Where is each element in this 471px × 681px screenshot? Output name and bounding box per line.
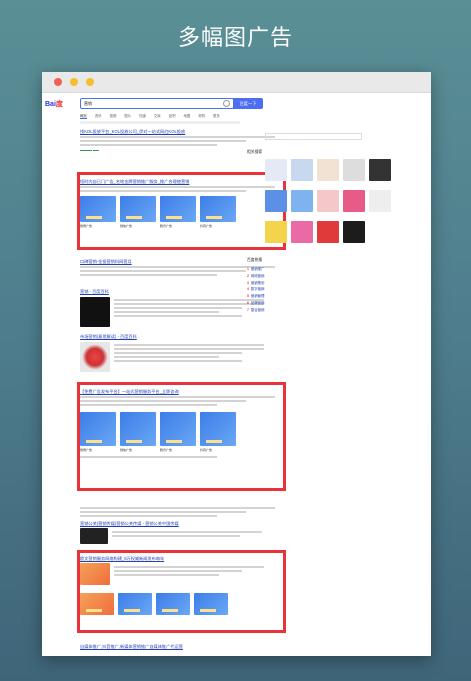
ad-image-large[interactable] bbox=[80, 563, 110, 585]
related-tile[interactable] bbox=[317, 159, 339, 181]
page-heading: 多幅图广告 bbox=[177, 26, 293, 51]
result-market: 市场营销(意思解读) - 百度百科 bbox=[80, 334, 275, 375]
related-tile[interactable] bbox=[369, 190, 391, 212]
related-tile[interactable] bbox=[291, 190, 313, 212]
ad-image[interactable] bbox=[80, 593, 114, 615]
hot-item[interactable]: 4 数字营销 bbox=[247, 286, 422, 293]
window-titlebar bbox=[42, 72, 431, 93]
pr-thumbnail[interactable] bbox=[80, 528, 108, 544]
result-title[interactable]: 找KOL投放平台_KOL投放公司_伊对一站式网红KOL投放 bbox=[80, 129, 275, 134]
hot-item[interactable]: 5 营销管理 bbox=[247, 293, 422, 300]
tab-map[interactable]: 地图 bbox=[183, 113, 190, 119]
camera-icon[interactable] bbox=[223, 100, 230, 107]
tab-images[interactable]: 图片 bbox=[124, 113, 131, 119]
ad-image[interactable] bbox=[80, 412, 116, 446]
results-count-bar bbox=[80, 121, 240, 124]
result-koubei: 口碑营销-金投营销科网营月 bbox=[80, 259, 275, 276]
tab-wenku[interactable]: 文库 bbox=[154, 113, 161, 119]
minimize-dot-icon[interactable] bbox=[70, 78, 78, 86]
browser-window: Bai度 营销 百度一下 网页 资讯 视频 图片 知道 文库 贴吧 地图 采购 … bbox=[42, 72, 431, 656]
result-kol: 找KOL投放平台_KOL投放公司_伊对一站式网红KOL投放 ▬▬▬▬ ▬▬ bbox=[80, 129, 275, 152]
related-tile[interactable] bbox=[317, 221, 339, 243]
ad-caption[interactable]: 微信广告 bbox=[120, 224, 156, 228]
ad-image[interactable] bbox=[160, 196, 196, 222]
ad-result-3: 欧文营销服务网络构建_8万权威新闻发布每年 bbox=[80, 556, 275, 623]
baike-thumbnail[interactable] bbox=[80, 297, 110, 327]
ad-caption[interactable]: 微博广告 bbox=[80, 448, 116, 452]
related-tile[interactable] bbox=[343, 159, 365, 181]
tab-tieba[interactable]: 贴吧 bbox=[169, 113, 176, 119]
related-tile[interactable] bbox=[265, 159, 287, 181]
baidu-logo[interactable]: Bai度 bbox=[45, 99, 63, 109]
search-input[interactable]: 营销 bbox=[80, 98, 234, 109]
result-title[interactable]: 口碑营销-金投营销科网营月 bbox=[80, 259, 275, 264]
ad-image-grid bbox=[80, 196, 275, 222]
ad-title[interactable]: 短时内自已门广告_名地金牌营销推广服务_推广合理使营销 bbox=[80, 179, 275, 184]
related-tile[interactable] bbox=[343, 221, 365, 243]
ad-image[interactable] bbox=[194, 593, 228, 615]
result-tabs: 网页 资讯 视频 图片 知道 文库 贴吧 地图 采购 更多 bbox=[80, 113, 220, 119]
maximize-dot-icon[interactable] bbox=[86, 78, 94, 86]
ad-image-grid bbox=[80, 412, 275, 446]
ad-image[interactable] bbox=[160, 412, 196, 446]
tab-web[interactable]: 网页 bbox=[80, 113, 87, 119]
hot-item[interactable]: 7 整合营销 bbox=[247, 307, 422, 314]
result-pr: 营销公关(营销传媒)营销公关传媒 - 营销公关中国传媒 bbox=[80, 505, 275, 546]
result-baike: 营销 - 百度百科 bbox=[80, 289, 275, 328]
related-tile[interactable] bbox=[317, 190, 339, 212]
target-thumbnail[interactable] bbox=[80, 342, 110, 372]
ad-image[interactable] bbox=[200, 412, 236, 446]
ad-image[interactable] bbox=[120, 412, 156, 446]
ad-image[interactable] bbox=[118, 593, 152, 615]
ad-image[interactable] bbox=[120, 196, 156, 222]
tab-zhidao[interactable]: 知道 bbox=[139, 113, 146, 119]
tab-more[interactable]: 更多 bbox=[213, 113, 220, 119]
ad-title[interactable]: 【免费广告发布平台】一站式营销服务平台_立即咨询 bbox=[80, 389, 275, 394]
ad-image[interactable] bbox=[200, 196, 236, 222]
hot-item[interactable]: 1 营销推广 bbox=[247, 266, 422, 273]
tab-news[interactable]: 资讯 bbox=[95, 113, 102, 119]
result-title[interactable]: 自媒体推广,抖音推广,新媒体营销推广自媒体推广代运营 bbox=[80, 644, 275, 649]
related-label: 相关搜索 bbox=[247, 150, 263, 154]
related-tile[interactable] bbox=[265, 221, 287, 243]
search-results-page: Bai度 营销 百度一下 网页 资讯 视频 图片 知道 文库 贴吧 地图 采购 … bbox=[42, 93, 431, 656]
ad-caption[interactable]: 腾讯广告 bbox=[160, 448, 196, 452]
close-dot-icon[interactable] bbox=[54, 78, 62, 86]
related-tile[interactable] bbox=[343, 190, 365, 212]
ad-image[interactable] bbox=[80, 196, 116, 222]
right-sidebar: 相关搜索 百度热搜 1 营销推广 2 网络营销 3 营销策划 4 数字营销 5 营销管理 … bbox=[247, 133, 422, 314]
ad-result-1: 短时内自已门广告_名地金牌营销推广服务_推广合理使营销 微博广告 微信广告 腾讯… bbox=[80, 179, 275, 228]
hot-item[interactable]: 2 网络营销 bbox=[247, 273, 422, 280]
ad-caption[interactable]: 微博广告 bbox=[80, 224, 116, 228]
related-tile[interactable] bbox=[291, 159, 313, 181]
search-button[interactable]: 百度一下 bbox=[233, 98, 263, 109]
hot-label: 百度热搜 bbox=[247, 258, 263, 262]
ad-caption[interactable]: 腾讯广告 bbox=[160, 224, 196, 228]
tab-video[interactable]: 视频 bbox=[110, 113, 117, 119]
ad-caption[interactable]: 微信广告 bbox=[120, 448, 156, 452]
hot-list: 1 营销推广 2 网络营销 3 营销策划 4 数字营销 5 营销管理 6 品牌营销 7 整合营… bbox=[247, 266, 422, 314]
related-tile[interactable] bbox=[291, 221, 313, 243]
ad-caption[interactable]: 抖音广告 bbox=[200, 448, 236, 452]
ad-image[interactable] bbox=[156, 593, 190, 615]
hot-item[interactable]: 6 品牌营销 bbox=[247, 300, 422, 307]
ad-caption[interactable]: 抖音广告 bbox=[200, 224, 236, 228]
hot-item[interactable]: 3 营销策划 bbox=[247, 280, 422, 287]
tab-purchase[interactable]: 采购 bbox=[198, 113, 205, 119]
related-tile[interactable] bbox=[369, 159, 391, 181]
ad-result-2: 【免费广告发布平台】一站式营销服务平台_立即咨询 微博广告 微信广告 腾讯广告 … bbox=[80, 389, 275, 458]
result-selfmedia: 自媒体推广,抖音推广,新媒体营销推广自媒体推广代运营 bbox=[80, 644, 275, 649]
related-tile[interactable] bbox=[265, 190, 287, 212]
